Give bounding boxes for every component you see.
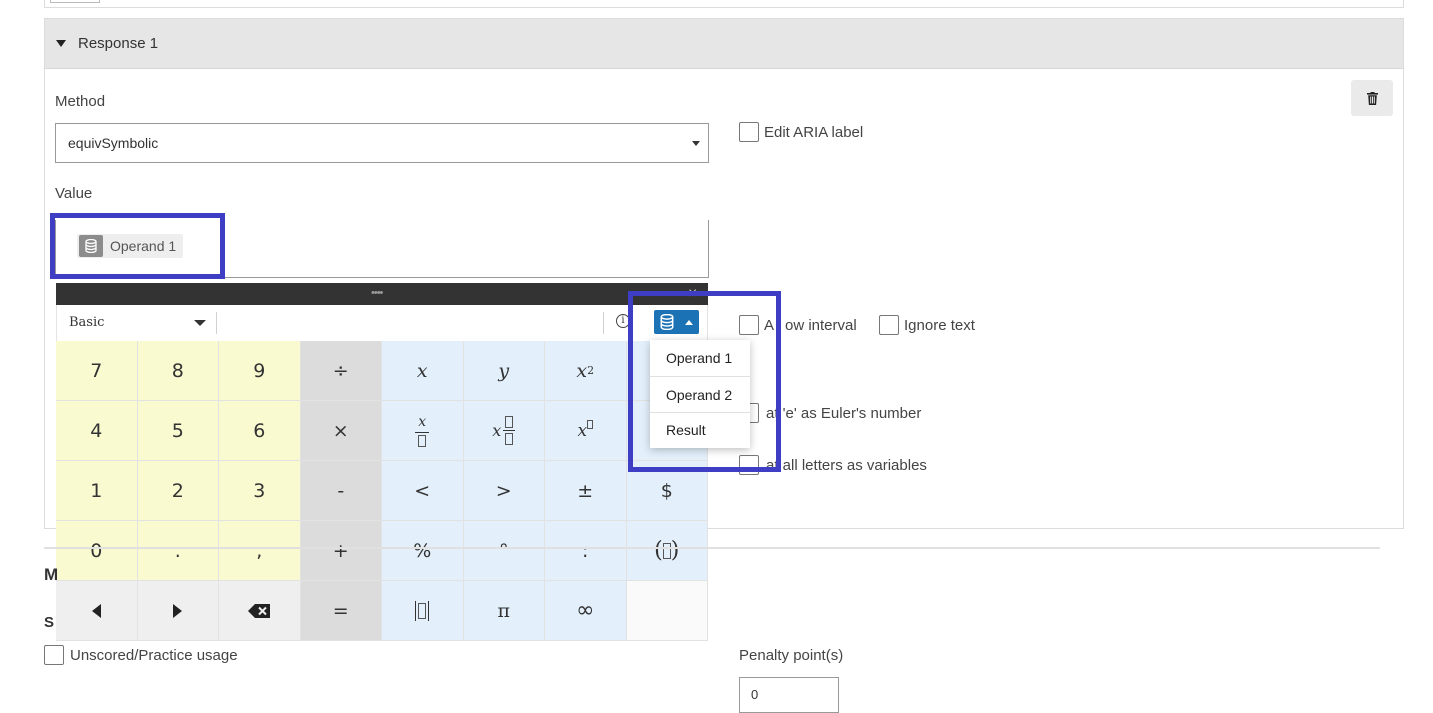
key-5[interactable]: 5 xyxy=(137,401,219,461)
key-comma[interactable]: , xyxy=(219,521,301,581)
value-label: Value xyxy=(55,185,93,202)
key-multiply[interactable]: × xyxy=(300,401,382,461)
key-pi[interactable]: π xyxy=(463,581,545,641)
trash-icon xyxy=(1366,91,1378,105)
treat-letters-label: at all letters as variables xyxy=(764,457,927,474)
key-percent[interactable]: % xyxy=(382,521,464,581)
drag-handle-icon[interactable]: •••• xyxy=(371,287,383,299)
section-heading-clipped: M xyxy=(44,565,59,584)
key-greater-than[interactable]: > xyxy=(463,461,545,521)
key-parentheses[interactable]: () xyxy=(626,521,708,581)
key-mixed-fraction[interactable]: x xyxy=(463,401,545,461)
toolbar-divider xyxy=(603,312,604,334)
key-fraction[interactable]: x xyxy=(382,401,464,461)
key-minus[interactable]: - xyxy=(300,461,382,521)
key-6[interactable]: 6 xyxy=(219,401,301,461)
key-1[interactable]: 1 xyxy=(56,461,138,521)
chevron-down-icon xyxy=(692,141,700,146)
key-infinity[interactable]: ∞ xyxy=(545,581,627,641)
chevron-down-icon[interactable] xyxy=(194,320,206,326)
penalty-value: 0 xyxy=(751,687,759,702)
key-x[interactable]: x xyxy=(382,341,464,401)
key-9[interactable]: 9 xyxy=(219,341,301,401)
edit-aria-checkbox[interactable] xyxy=(739,122,759,142)
key-y[interactable]: y xyxy=(463,341,545,401)
key-decimal[interactable]: . xyxy=(137,521,219,581)
toolbar-divider xyxy=(216,312,217,334)
keypad-mode-select[interactable]: Basic xyxy=(69,315,104,330)
response-panel-header[interactable] xyxy=(45,19,1403,69)
penalty-label: Penalty point(s) xyxy=(739,647,844,664)
highlight-box-dropdown xyxy=(628,291,781,472)
key-colon[interactable]: : xyxy=(545,521,627,581)
key-2[interactable]: 2 xyxy=(137,461,219,521)
key-8[interactable]: 8 xyxy=(137,341,219,401)
key-plus[interactable]: + xyxy=(300,521,382,581)
unscored-checkbox[interactable] xyxy=(44,645,64,665)
key-empty xyxy=(626,581,708,641)
key-3[interactable]: 3 xyxy=(219,461,301,521)
previous-panel-control-edge xyxy=(50,0,100,3)
method-select-value: equivSymbolic xyxy=(68,135,159,151)
key-equals[interactable]: = xyxy=(300,581,382,641)
key-less-than[interactable]: < xyxy=(382,461,464,521)
edit-aria-label: Edit ARIA label xyxy=(764,124,864,141)
arrow-right-icon[interactable] xyxy=(137,581,219,641)
section-divider xyxy=(44,547,1380,549)
key-degree[interactable]: ° xyxy=(463,521,545,581)
key-divide[interactable]: ÷ xyxy=(300,341,382,401)
keypad-grid: 7 8 9 ÷ x y x2 4 5 6 × x x x 1 2 3 - < >… xyxy=(56,341,708,641)
key-power[interactable]: x xyxy=(545,401,627,461)
ignore-text-checkbox[interactable] xyxy=(879,315,899,335)
treat-e-label: at 'e' as Euler's number xyxy=(764,405,922,422)
key-absolute[interactable] xyxy=(382,581,464,641)
allow-interval-label: ow interval xyxy=(785,317,857,334)
key-plus-minus[interactable]: ± xyxy=(545,461,627,521)
key-0[interactable]: 0 xyxy=(56,521,138,581)
ignore-text-label: Ignore text xyxy=(904,317,975,334)
key-7[interactable]: 7 xyxy=(56,341,138,401)
key-x-squared[interactable]: x2 xyxy=(545,341,627,401)
unscored-label: Unscored/Practice usage xyxy=(70,647,238,664)
key-4[interactable]: 4 xyxy=(56,401,138,461)
response-title[interactable]: Response 1 xyxy=(78,35,158,52)
method-label: Method xyxy=(55,93,106,110)
delete-button[interactable] xyxy=(1351,80,1393,116)
backspace-icon[interactable] xyxy=(219,581,301,641)
previous-panel-edge xyxy=(44,0,1404,8)
section-subheading-clipped: S xyxy=(44,614,55,631)
arrow-left-icon[interactable] xyxy=(56,581,138,641)
caret-down-icon[interactable] xyxy=(56,40,66,47)
highlight-box-operand xyxy=(50,213,225,279)
keypad-toolbar xyxy=(56,305,708,341)
